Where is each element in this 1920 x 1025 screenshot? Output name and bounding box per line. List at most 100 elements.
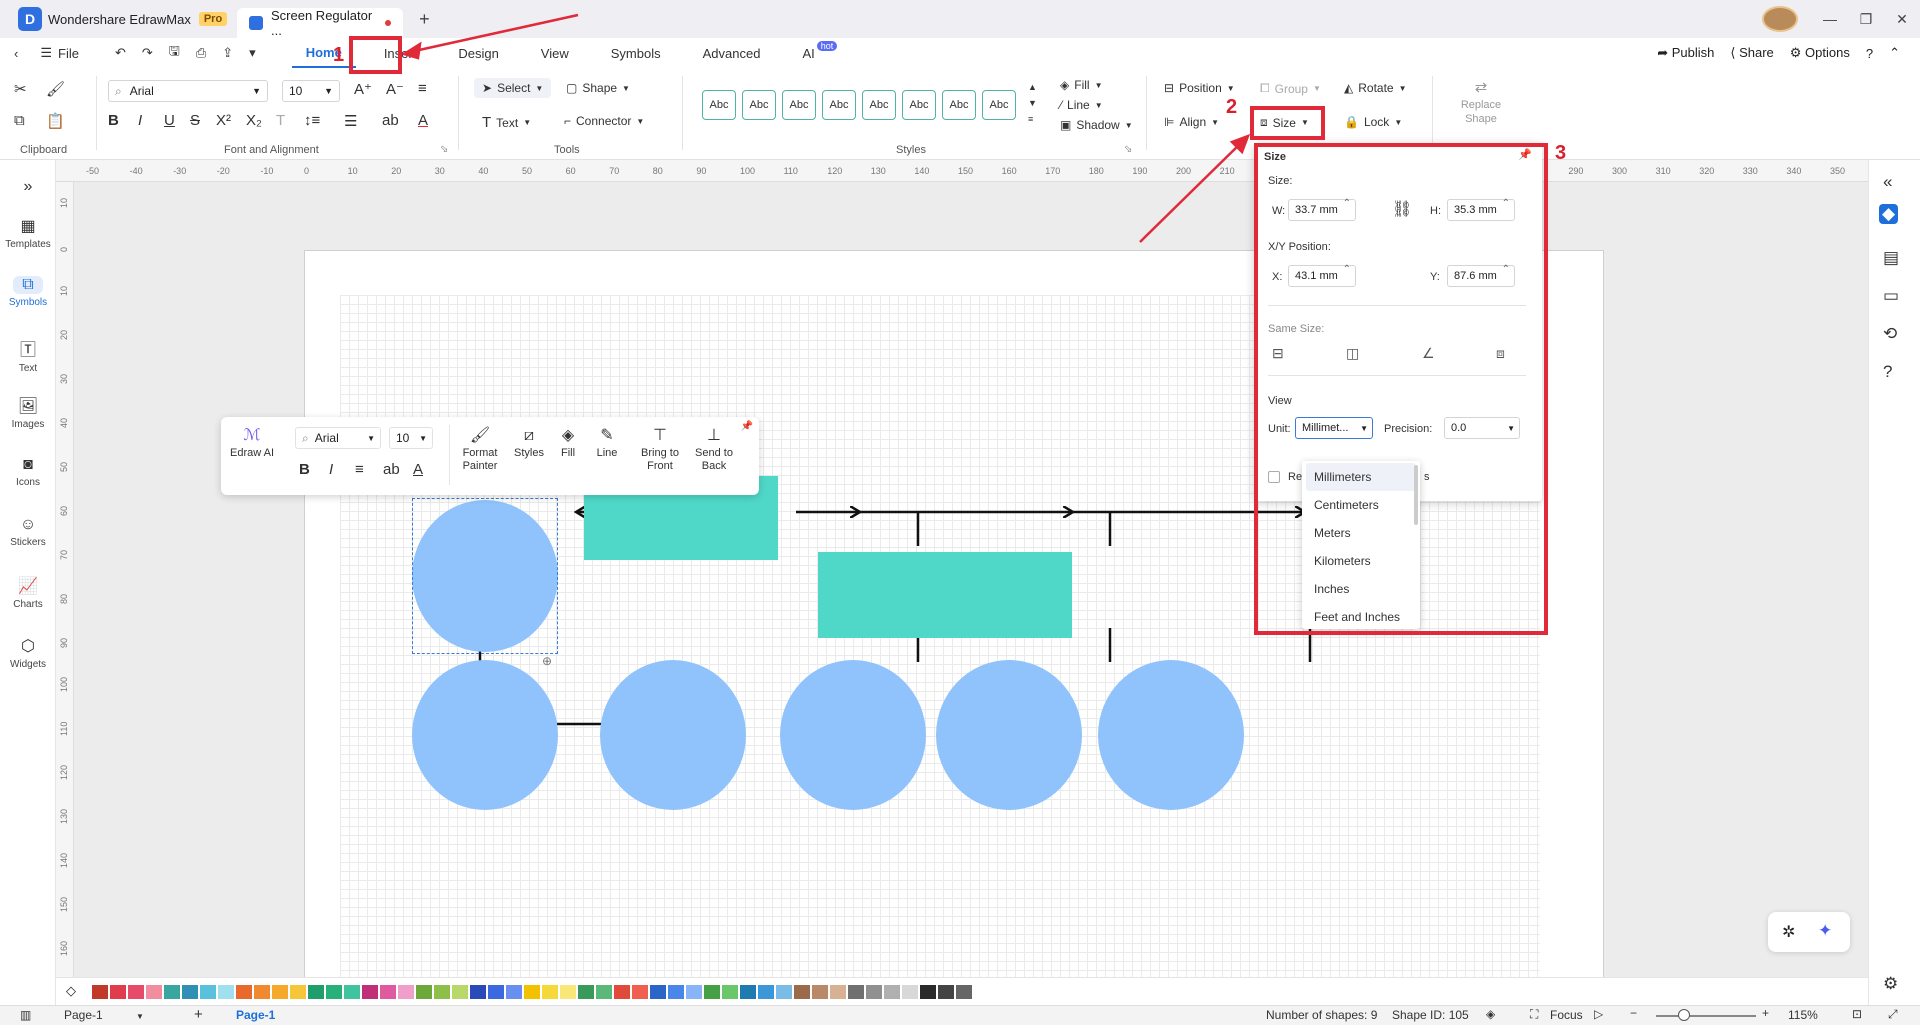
pin-icon[interactable]: 📌 xyxy=(741,421,753,432)
help-circle-icon[interactable]: ? xyxy=(1883,362,1892,382)
decrease-font-icon[interactable]: A⁻ xyxy=(386,80,404,98)
color-swatch[interactable] xyxy=(398,985,414,999)
bring-to-front-button[interactable]: ⊤ Bring to Front xyxy=(633,428,687,473)
fit-page-icon[interactable]: ⊡ xyxy=(1852,1007,1862,1021)
style-sample-2[interactable]: Abc xyxy=(742,90,776,120)
color-swatch[interactable] xyxy=(542,985,558,999)
circle-shape[interactable] xyxy=(1098,660,1244,810)
float-size-select[interactable]: 10 ▼ xyxy=(389,427,433,449)
export-icon[interactable]: ⇪ xyxy=(214,38,241,68)
position-button[interactable]: ⊟ Position ▼ xyxy=(1164,81,1235,95)
color-swatch[interactable] xyxy=(578,985,594,999)
zoom-slider[interactable] xyxy=(1656,1015,1756,1017)
color-swatch[interactable] xyxy=(362,985,378,999)
fill-button[interactable]: ◈ Fill ▼ xyxy=(1060,78,1102,92)
bold-icon[interactable]: B xyxy=(299,461,310,478)
focus-label[interactable]: Focus xyxy=(1550,1008,1583,1022)
avatar[interactable] xyxy=(1762,6,1798,32)
layers-icon[interactable]: ◈ xyxy=(1486,1007,1495,1021)
tab-ai[interactable]: AI hot xyxy=(788,38,851,68)
redo-icon[interactable]: ↷ xyxy=(134,38,161,68)
sidebar-item-widgets[interactable]: ⬡ Widgets xyxy=(0,636,56,670)
color-swatch[interactable] xyxy=(704,985,720,999)
page-selector[interactable]: Page-1 ▼ xyxy=(64,1008,144,1022)
color-swatch[interactable] xyxy=(650,985,666,999)
font-size-select[interactable]: 10 ▼ xyxy=(282,80,340,102)
color-swatch[interactable] xyxy=(794,985,810,999)
color-swatch[interactable] xyxy=(218,985,234,999)
italic-icon[interactable]: I xyxy=(138,112,142,129)
options-button[interactable]: ⚙ Options xyxy=(1790,45,1850,61)
sidebar-item-images[interactable]: 🖼 Images xyxy=(0,396,56,430)
styles-button[interactable]: ⧄ Styles xyxy=(511,428,547,460)
sparkle-settings-icon[interactable]: ✲ xyxy=(1782,922,1795,942)
presentation-icon[interactable]: ▭ xyxy=(1883,286,1899,306)
italic-icon[interactable]: I xyxy=(329,461,333,478)
color-swatch[interactable] xyxy=(290,985,306,999)
increase-font-icon[interactable]: A⁺ xyxy=(354,80,372,98)
text-case-icon[interactable]: ab xyxy=(382,112,399,129)
file-menu[interactable]: ☰ File xyxy=(26,38,93,68)
zoom-out-icon[interactable]: − xyxy=(1630,1006,1637,1020)
publish-button[interactable]: ➦ Publish xyxy=(1657,45,1714,61)
new-tab-icon[interactable]: + xyxy=(419,9,430,30)
connector-tool[interactable]: ⌐ Connector ▼ xyxy=(564,114,644,128)
color-swatch[interactable] xyxy=(110,985,126,999)
style-sample-5[interactable]: Abc xyxy=(862,90,896,120)
font-color-icon[interactable]: A xyxy=(418,112,428,129)
style-sample-8[interactable]: Abc xyxy=(982,90,1016,120)
sidebar-item-icons[interactable]: ◙ Icons xyxy=(0,456,56,488)
ai-assistant-icon[interactable]: ✦ xyxy=(1818,921,1832,941)
color-swatch[interactable] xyxy=(938,985,954,999)
play-icon[interactable]: ▷ xyxy=(1594,1007,1603,1021)
cut-icon[interactable]: ✂ xyxy=(14,80,27,98)
color-swatch[interactable] xyxy=(740,985,756,999)
color-swatch[interactable] xyxy=(488,985,504,999)
circle-shape[interactable] xyxy=(780,660,926,810)
add-shape-handle-icon[interactable]: ⊕ xyxy=(542,654,552,668)
circle-shape[interactable] xyxy=(412,660,558,810)
color-swatch[interactable] xyxy=(182,985,198,999)
align-icon[interactable]: ≡ xyxy=(418,80,427,97)
app-tab[interactable]: D Wondershare EdrawMax Pro xyxy=(0,0,237,38)
collapse-ribbon-icon[interactable]: ⌃ xyxy=(1889,45,1900,61)
focus-icon[interactable]: ⛶ xyxy=(1530,1007,1538,1022)
color-swatch[interactable] xyxy=(146,985,162,999)
color-swatch[interactable] xyxy=(200,985,216,999)
style-panel-icon[interactable]: ◆ xyxy=(1879,204,1899,224)
shape-tool[interactable]: ▢ Shape ▼ xyxy=(566,81,630,95)
superscript-icon[interactable]: X² xyxy=(216,112,231,129)
line-button[interactable]: ⁄ Line ▼ xyxy=(1060,98,1103,112)
minimize-icon[interactable]: — xyxy=(1812,11,1848,27)
color-swatch[interactable] xyxy=(956,985,972,999)
close-icon[interactable]: ✕ xyxy=(1884,11,1920,28)
text-case-icon[interactable]: ab xyxy=(383,461,400,478)
sidebar-item-symbols[interactable]: ⧉ Symbols xyxy=(0,276,56,308)
font-family-select[interactable]: ⌕ Arial ▼ xyxy=(108,80,268,102)
no-fill-icon[interactable]: ◇ xyxy=(66,983,76,999)
replace-shape-button[interactable]: ⇄ Replace Shape xyxy=(1446,78,1516,126)
color-swatch[interactable] xyxy=(254,985,270,999)
rectangle-shape[interactable] xyxy=(818,552,1072,638)
color-swatch[interactable] xyxy=(830,985,846,999)
add-page-icon[interactable]: + xyxy=(194,1006,203,1023)
sidebar-item-stickers[interactable]: ☺ Stickers xyxy=(0,516,56,548)
color-swatch[interactable] xyxy=(776,985,792,999)
color-swatch[interactable] xyxy=(416,985,432,999)
shadow-button[interactable]: ▣ Shadow ▼ xyxy=(1060,118,1133,132)
color-swatch[interactable] xyxy=(722,985,738,999)
history-icon[interactable]: ⟲ xyxy=(1883,324,1897,344)
sidebar-item-templates[interactable]: ▦ Templates xyxy=(0,216,56,250)
color-swatch[interactable] xyxy=(434,985,450,999)
lock-button[interactable]: 🔒 Lock ▼ xyxy=(1344,115,1402,129)
tab-advanced[interactable]: Advanced xyxy=(689,38,775,68)
share-button[interactable]: ⟨ Share xyxy=(1730,45,1773,61)
format-painter-icon[interactable]: 🖌 xyxy=(46,80,65,98)
font-color-icon[interactable]: A xyxy=(413,461,423,478)
edraw-ai-button[interactable]: ℳ Edraw AI xyxy=(229,428,275,460)
color-swatch[interactable] xyxy=(920,985,936,999)
tab-view[interactable]: View xyxy=(527,38,583,68)
text-tool[interactable]: T Text ▼ xyxy=(482,114,531,131)
style-sample-3[interactable]: Abc xyxy=(782,90,816,120)
print-icon[interactable]: ⎙ xyxy=(188,38,214,68)
